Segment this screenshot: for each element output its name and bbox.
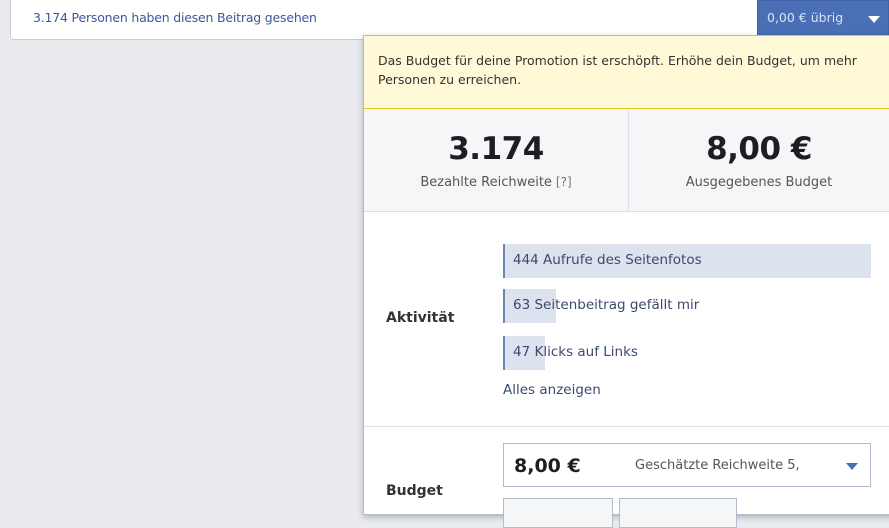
budget-remaining-label: 0,00 € übrig [767, 10, 844, 25]
budget-remaining-dropdown[interactable]: 0,00 € übrig [757, 0, 889, 36]
chevron-down-icon [846, 463, 858, 470]
seen-count-text: 3.174 Personen haben diesen Beitrag gese… [33, 10, 317, 25]
help-link[interactable]: [?] [556, 175, 572, 189]
spent-budget-value: 8,00 € [706, 131, 812, 167]
stats-panel: 3.174 Bezahlte Reichweite [?] 8,00 € Ausg… [364, 109, 889, 212]
budget-amount: 8,00 € [514, 455, 581, 477]
chevron-down-icon [868, 16, 880, 23]
estimated-reach-text: Geschätzte Reichweite 5, [635, 458, 800, 473]
budget-label: Budget [386, 483, 443, 499]
paid-reach-label: Bezahlte Reichweite [420, 175, 552, 190]
spent-budget-label: Ausgegebenes Budget [685, 175, 833, 190]
budget-exhausted-notice: Das Budget für deine Promotion ist ersch… [364, 36, 889, 109]
activity-item[interactable]: 444 Aufrufe des Seitenfotos [503, 244, 871, 278]
activity-item[interactable]: 63 Seitenbeitrag gefällt mir [503, 289, 871, 323]
notice-text: Das Budget für deine Promotion ist ersch… [378, 53, 857, 87]
promotion-popup: Das Budget für deine Promotion ist ersch… [363, 35, 889, 528]
budget-option-button[interactable] [619, 498, 737, 528]
spent-budget-stat: 8,00 € Ausgegebenes Budget [628, 109, 889, 211]
activity-item-text: 63 Seitenbeitrag gefällt mir [513, 297, 700, 313]
activity-item-text: 444 Aufrufe des Seitenfotos [513, 252, 702, 268]
budget-option-button[interactable] [503, 498, 613, 528]
activity-item-text: 47 Klicks auf Links [513, 344, 638, 360]
show-all-link[interactable]: Alles anzeigen [503, 382, 601, 398]
section-divider [364, 426, 889, 427]
paid-reach-stat: 3.174 Bezahlte Reichweite [?] [364, 109, 629, 211]
paid-reach-value: 3.174 [448, 131, 544, 167]
activity-label: Aktivität [386, 310, 455, 326]
budget-select[interactable]: 8,00 € Geschätzte Reichweite 5, [503, 443, 871, 487]
activity-item[interactable]: 47 Klicks auf Links [503, 336, 871, 370]
